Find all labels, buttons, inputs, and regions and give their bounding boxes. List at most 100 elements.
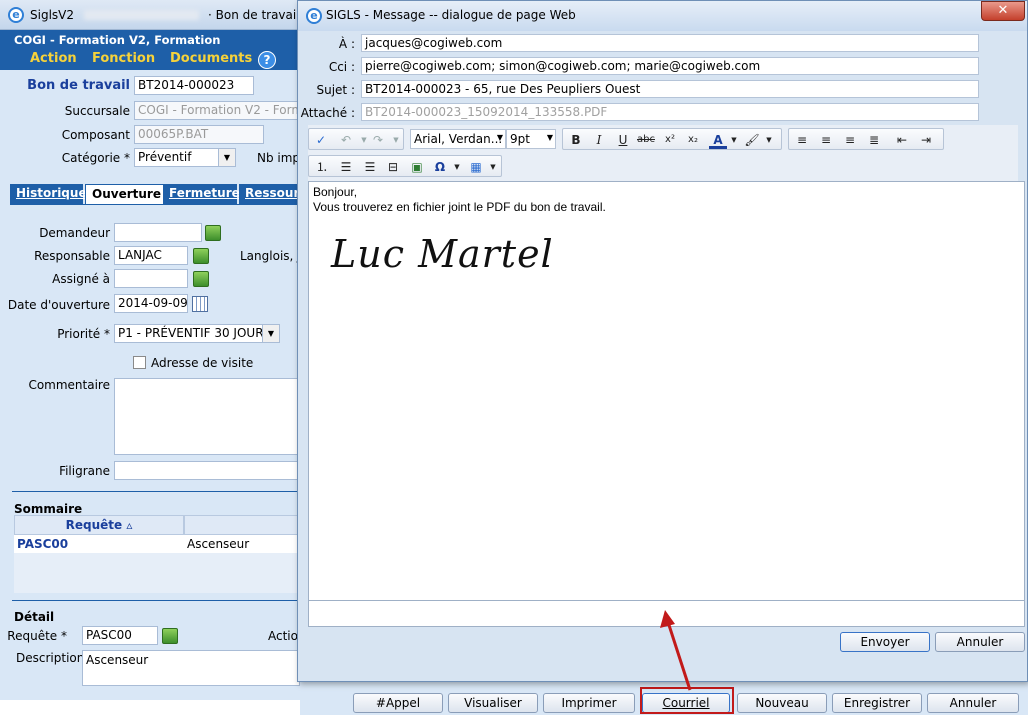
size-value: 9pt — [510, 132, 530, 146]
font-select[interactable]: Arial, Verdan... ▼ — [410, 129, 506, 149]
detail-description-field[interactable]: Ascenseur — [82, 650, 300, 686]
priorite-label: Priorité * — [57, 327, 110, 341]
redo-icon[interactable]: ↷ — [369, 132, 387, 148]
appel-button[interactable]: #Appel — [353, 693, 443, 713]
imprimer-button[interactable]: Imprimer — [543, 693, 635, 713]
tab-historique[interactable]: Historique — [10, 184, 87, 204]
align-left-icon[interactable]: ≡ — [793, 132, 811, 148]
bold-icon[interactable]: B — [567, 132, 585, 148]
nouveau-button[interactable]: Nouveau — [737, 693, 827, 713]
ie-icon: e — [306, 8, 322, 24]
nb-label: Nb imp — [257, 151, 301, 165]
table-icon[interactable]: ▦ — [467, 159, 485, 175]
ordered-list-icon[interactable]: ⒈ — [313, 159, 331, 175]
chevron-down-icon[interactable]: ▼ — [262, 325, 279, 342]
horizontal-rule-icon[interactable]: ☰ — [361, 159, 379, 175]
attach-field[interactable]: BT2014-000023_15092014_133558.PDF — [361, 103, 979, 121]
editor-footer — [308, 601, 1025, 627]
highlight-color-icon[interactable]: 🖌 — [743, 132, 761, 148]
detail-requete-field[interactable]: PASC00 — [82, 626, 158, 645]
tab-fermeture[interactable]: Fermeture — [163, 184, 240, 204]
superscript-icon[interactable]: x² — [661, 132, 679, 148]
chevron-down-icon[interactable]: ▼ — [218, 149, 235, 166]
dialog-title: SIGLS - Message -- dialogue de page Web — [326, 8, 576, 22]
lookup-icon[interactable] — [205, 225, 221, 241]
subscript-icon[interactable]: x₂ — [684, 132, 702, 148]
menu-documents[interactable]: Documents — [170, 51, 252, 66]
responsable-field[interactable]: LANJAC — [114, 246, 188, 265]
assigne-field[interactable] — [114, 269, 188, 288]
indent-icon[interactable]: ⇥ — [917, 132, 935, 148]
lookup-icon[interactable] — [162, 628, 178, 644]
chevron-down-icon[interactable]: ▼ — [484, 159, 502, 175]
col-description[interactable] — [184, 515, 300, 535]
subject-field[interactable]: BT2014-000023 - 65, rue Des Peupliers Ou… — [361, 80, 979, 98]
tab-bar: Historique Ouverture Fermeture Ressour — [10, 184, 300, 204]
priorite-value: P1 - PRÉVENTIF 30 JOURS — [118, 326, 272, 340]
subject-label: Sujet : — [316, 83, 355, 97]
chevron-down-icon[interactable]: ▼ — [387, 132, 405, 148]
tab-ressources[interactable]: Ressour — [239, 184, 300, 204]
app-header: COGI - Formation V2, Formation Action Fo… — [0, 30, 300, 70]
chevron-down-icon: ▼ — [496, 133, 503, 142]
demandeur-label: Demandeur — [39, 226, 110, 240]
toolbar-group-format: B I U abc x² x₂ A ▼ 🖌 ▼ — [562, 128, 782, 150]
chevron-down-icon[interactable]: ▼ — [760, 132, 778, 148]
help-icon[interactable]: ? — [258, 51, 276, 69]
align-justify-icon[interactable]: ≣ — [865, 132, 883, 148]
bullet-list-icon[interactable]: ☰ — [337, 159, 355, 175]
size-select[interactable]: 9pt ▼ — [506, 129, 556, 149]
chevron-down-icon[interactable]: ▼ — [448, 159, 466, 175]
table-row[interactable]: PASC00 Ascenseur — [14, 535, 300, 553]
message-body[interactable]: Bonjour, Vous trouverez en fichier joint… — [308, 181, 1025, 601]
to-label: À : — [338, 37, 355, 51]
strikethrough-icon[interactable]: abc — [637, 132, 655, 148]
annuler-button[interactable]: Annuler — [927, 693, 1019, 713]
spellcheck-icon[interactable]: ✓ — [312, 132, 330, 148]
italic-icon[interactable]: I — [590, 132, 608, 148]
tab-ouverture[interactable]: Ouverture — [85, 184, 167, 204]
outdent-icon[interactable]: ⇤ — [893, 132, 911, 148]
undo-icon[interactable]: ↶ — [337, 132, 355, 148]
filigrane-field[interactable] — [114, 461, 300, 480]
bon-field[interactable]: BT2014-000023 — [134, 76, 254, 95]
composant-field[interactable]: 00065P.BAT — [134, 125, 264, 144]
divider — [12, 491, 300, 492]
commentaire-label: Commentaire — [28, 378, 110, 392]
calendar-icon[interactable] — [192, 296, 208, 312]
cell-description: Ascenseur — [187, 537, 250, 551]
editor-toolbar: ✓ ↶ ▼ ↷ ▼ Arial, Verdan... ▼ 9pt ▼ B I U a… — [308, 125, 1018, 181]
menu-action[interactable]: Action — [30, 51, 77, 66]
visualiser-button[interactable]: Visualiser — [448, 693, 538, 713]
date-field[interactable]: 2014-09-09 — [114, 294, 188, 313]
detail-title: Détail — [14, 610, 55, 624]
chevron-down-icon[interactable]: ▼ — [725, 132, 743, 148]
to-field[interactable]: jacques@cogiweb.com — [361, 34, 979, 52]
paragraph-icon[interactable]: ⊟ — [384, 159, 402, 175]
col-requete[interactable]: Requête ▵ — [14, 515, 184, 535]
demandeur-field[interactable] — [114, 223, 202, 242]
categorie-select[interactable]: Préventif ▼ — [134, 148, 236, 167]
image-icon[interactable]: ▣ — [408, 159, 426, 175]
toolbar-group-align: ≡ ≡ ≡ ≣ ⇤ ⇥ — [788, 128, 944, 150]
close-icon[interactable]: ✕ — [981, 1, 1025, 21]
dialog-annuler-button[interactable]: Annuler — [935, 632, 1025, 652]
signature-text: Luc Martel — [331, 232, 554, 276]
special-char-icon[interactable]: Ω — [431, 159, 449, 175]
underline-icon[interactable]: U — [614, 132, 632, 148]
enregistrer-button[interactable]: Enregistrer — [832, 693, 922, 713]
succursale-field[interactable]: COGI - Formation V2 - Forma — [134, 101, 300, 120]
adresse-checkbox[interactable] — [133, 356, 146, 369]
succursale-label: Succursale — [64, 104, 130, 118]
align-right-icon[interactable]: ≡ — [841, 132, 859, 148]
cci-field[interactable]: pierre@cogiweb.com; simon@cogiweb.com; m… — [361, 57, 979, 75]
lookup-icon[interactable] — [193, 248, 209, 264]
ie-icon: e — [8, 7, 24, 23]
lookup-icon[interactable] — [193, 271, 209, 287]
menu-fonction[interactable]: Fonction — [92, 51, 155, 66]
attach-label: Attaché : — [300, 106, 355, 120]
envoyer-button[interactable]: Envoyer — [840, 632, 930, 652]
align-center-icon[interactable]: ≡ — [817, 132, 835, 148]
commentaire-textarea[interactable] — [114, 378, 300, 455]
priorite-select[interactable]: P1 - PRÉVENTIF 30 JOURS ▼ — [114, 324, 280, 343]
